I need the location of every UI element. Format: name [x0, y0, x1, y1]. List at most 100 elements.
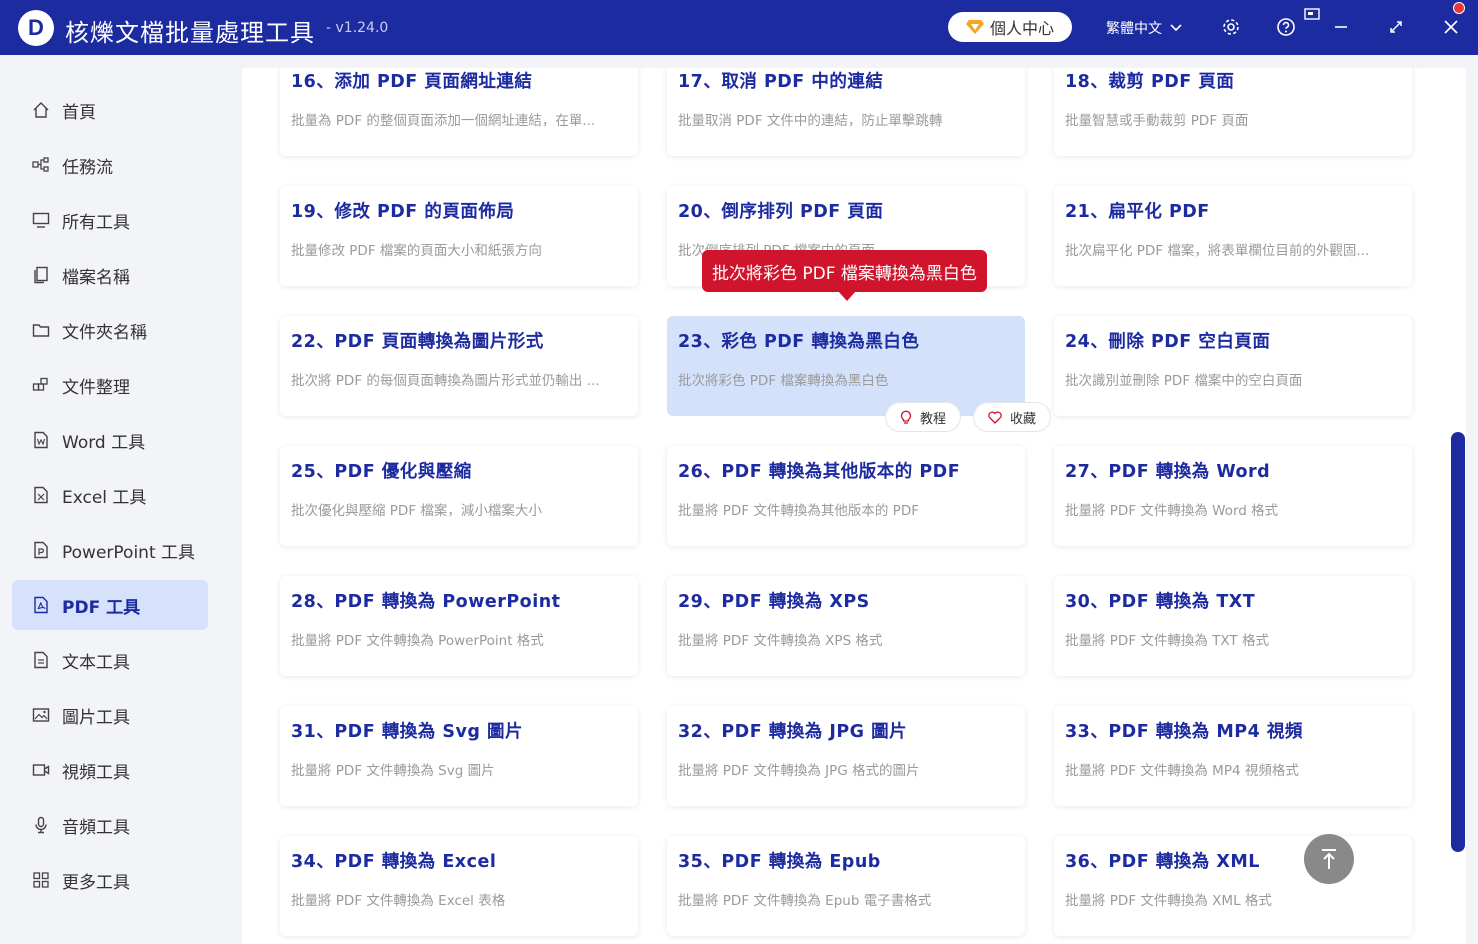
- card-title: 35、PDF 轉換為 Epub: [678, 852, 881, 872]
- title-bar: D 核爍文檔批量處理工具 - v1.24.0 個人中心 繁體中文: [0, 0, 1478, 55]
- close-icon[interactable]: [1438, 14, 1464, 40]
- sidebar-item-powerpoint-tools[interactable]: PowerPoint 工具: [12, 525, 208, 575]
- maximize-icon[interactable]: [1383, 14, 1409, 40]
- notification-dot: [1453, 2, 1465, 14]
- card-title: 31、PDF 轉換為 Svg 圖片: [291, 722, 523, 742]
- card-title: 30、PDF 轉換為 TXT: [1065, 592, 1256, 612]
- tool-card-32[interactable]: 32、PDF 轉換為 JPG 圖片 批量將 PDF 文件轉換為 JPG 格式的圖…: [667, 706, 1025, 806]
- tool-card-25[interactable]: 25、PDF 優化與壓縮 批次優化與壓縮 PDF 檔案，減小檔案大小: [280, 446, 638, 546]
- image-icon: [32, 708, 50, 722]
- card-title: 23、彩色 PDF 轉換為黑白色: [678, 332, 920, 352]
- arrow-up-to-top-icon: [1322, 849, 1336, 869]
- card-desc: 批量將 PDF 文件轉換為 XML 格式: [1065, 893, 1272, 909]
- card-title: 34、PDF 轉換為 Excel: [291, 852, 497, 872]
- lightbulb-icon: [900, 410, 912, 424]
- tool-card-21[interactable]: 21、扁平化 PDF 批次扁平化 PDF 檔案，將表單欄位目前的外觀固...: [1054, 186, 1412, 286]
- sidebar-item-pdf-tools[interactable]: PDF 工具: [12, 580, 208, 630]
- scrollbar-thumb[interactable]: [1451, 432, 1465, 852]
- pdf-file-icon: [34, 596, 48, 614]
- sidebar-item-file-organize[interactable]: 文件整理: [12, 360, 208, 410]
- powerpoint-file-icon: [34, 541, 48, 559]
- tool-card-30[interactable]: 30、PDF 轉換為 TXT 批量將 PDF 文件轉換為 TXT 格式: [1054, 576, 1412, 676]
- tool-card-29[interactable]: 29、PDF 轉換為 XPS 批量將 PDF 文件轉換為 XPS 格式: [667, 576, 1025, 676]
- tools-content-area: 16、添加 PDF 頁面網址連結 批量為 PDF 的整個頁面添加一個網址連結，在…: [242, 68, 1449, 944]
- folder-icon: [32, 324, 50, 337]
- card-desc: 批量將 PDF 文件轉換為 TXT 格式: [1065, 633, 1269, 649]
- card-desc: 批次將 PDF 的每個頁面轉換為圖片形式並仍輸出 ...: [291, 373, 600, 389]
- favorite-button[interactable]: 收藏: [972, 402, 1051, 432]
- tool-card-33[interactable]: 33、PDF 轉換為 MP4 視頻 批量將 PDF 文件轉換為 MP4 視頻格式: [1054, 706, 1412, 806]
- card-title: 28、PDF 轉換為 PowerPoint: [291, 592, 561, 612]
- word-file-icon: [34, 431, 48, 449]
- card-title: 19、修改 PDF 的頁面佈局: [291, 202, 515, 222]
- card-desc: 批量將 PDF 文件轉換為 Svg 圖片: [291, 763, 495, 779]
- card-desc: 批量為 PDF 的整個頁面添加一個網址連結，在單...: [291, 113, 596, 129]
- card-title: 24、刪除 PDF 空白頁面: [1065, 332, 1271, 352]
- language-select[interactable]: 繁體中文: [1106, 18, 1182, 38]
- card-desc: 批量將 PDF 文件轉換為其他版本的 PDF: [678, 503, 919, 519]
- sidebar-item-audio-tools[interactable]: 音頻工具: [12, 800, 208, 850]
- app-title: 核爍文檔批量處理工具: [65, 19, 315, 47]
- card-desc: 批量將 PDF 文件轉換為 Excel 表格: [291, 893, 506, 909]
- minimize-icon[interactable]: [1328, 14, 1354, 40]
- app-version: - v1.24.0: [326, 20, 389, 36]
- card-desc: 批量將 PDF 文件轉換為 JPG 格式的圖片: [678, 763, 920, 779]
- card-title: 18、裁剪 PDF 頁面: [1065, 72, 1235, 92]
- tutorial-button[interactable]: 教程: [884, 402, 961, 432]
- tool-card-36[interactable]: 36、PDF 轉換為 XML 批量將 PDF 文件轉換為 XML 格式: [1054, 836, 1412, 936]
- card-desc: 批量智慧或手動裁剪 PDF 頁面: [1065, 113, 1249, 129]
- tool-card-34[interactable]: 34、PDF 轉換為 Excel 批量將 PDF 文件轉換為 Excel 表格: [280, 836, 638, 936]
- card-title: 32、PDF 轉換為 JPG 圖片: [678, 722, 908, 742]
- sidebar-item-image-tools[interactable]: 圖片工具: [12, 690, 208, 740]
- card-desc: 批量修改 PDF 檔案的頁面大小和紙張方向: [291, 243, 542, 259]
- back-to-top-button[interactable]: [1304, 834, 1354, 884]
- card-title: 25、PDF 優化與壓縮: [291, 462, 472, 482]
- tool-card-31[interactable]: 31、PDF 轉換為 Svg 圖片 批量將 PDF 文件轉換為 Svg 圖片: [280, 706, 638, 806]
- sidebar-item-video-tools[interactable]: 視頻工具: [12, 745, 208, 795]
- monitor-icon: [32, 212, 50, 228]
- tool-card-18[interactable]: 18、裁剪 PDF 頁面 批量智慧或手動裁剪 PDF 頁面: [1054, 68, 1412, 156]
- card-desc: 批次將彩色 PDF 檔案轉換為黑白色: [678, 373, 889, 389]
- sidebar: 首頁 任務流 所有工具 檔案名稱 文件夾名稱 文件整理 Word 工具 Exce…: [0, 55, 242, 944]
- help-icon[interactable]: [1273, 14, 1299, 40]
- card-tooltip: 批次將彩色 PDF 檔案轉換為黑白色: [702, 250, 987, 301]
- tool-card-35[interactable]: 35、PDF 轉換為 Epub 批量將 PDF 文件轉換為 Epub 電子書格式: [667, 836, 1025, 936]
- sidebar-item-workflow[interactable]: 任務流: [12, 140, 208, 190]
- card-desc: 批次優化與壓縮 PDF 檔案，減小檔案大小: [291, 503, 542, 519]
- sidebar-item-more-tools[interactable]: 更多工具: [12, 855, 208, 905]
- sidebar-item-folder-name[interactable]: 文件夾名稱: [12, 305, 208, 355]
- tool-card-16[interactable]: 16、添加 PDF 頁面網址連結 批量為 PDF 的整個頁面添加一個網址連結，在…: [280, 68, 638, 156]
- tool-card-27[interactable]: 27、PDF 轉換為 Word 批量將 PDF 文件轉換為 Word 格式: [1054, 446, 1412, 546]
- chevron-down-icon: [1170, 24, 1182, 32]
- microphone-icon: [35, 816, 47, 834]
- card-actions: 教程 收藏: [884, 402, 1051, 432]
- tool-card-17[interactable]: 17、取消 PDF 中的連結 批量取消 PDF 文件中的連結，防止單擊跳轉: [667, 68, 1025, 156]
- tool-card-26[interactable]: 26、PDF 轉換為其他版本的 PDF 批量將 PDF 文件轉換為其他版本的 P…: [667, 446, 1025, 546]
- sidebar-item-all-tools[interactable]: 所有工具: [12, 195, 208, 245]
- tool-card-24[interactable]: 24、刪除 PDF 空白頁面 批次識別並刪除 PDF 檔案中的空白頁面: [1054, 316, 1412, 416]
- card-title: 22、PDF 頁面轉換為圖片形式: [291, 332, 544, 352]
- video-camera-icon: [32, 764, 50, 776]
- card-title: 27、PDF 轉換為 Word: [1065, 462, 1271, 482]
- tool-card-28[interactable]: 28、PDF 轉換為 PowerPoint 批量將 PDF 文件轉換為 Powe…: [280, 576, 638, 676]
- user-center-button[interactable]: 個人中心: [948, 12, 1072, 42]
- sidebar-item-file-name[interactable]: 檔案名稱: [12, 250, 208, 300]
- tool-card-23[interactable]: 23、彩色 PDF 轉換為黑白色 批次將彩色 PDF 檔案轉換為黑白色 教程 收…: [667, 316, 1051, 432]
- card-desc: 批量將 PDF 文件轉換為 MP4 視頻格式: [1065, 763, 1299, 779]
- card-title: 20、倒序排列 PDF 頁面: [678, 202, 884, 222]
- sidebar-item-excel-tools[interactable]: Excel 工具: [12, 470, 208, 520]
- sidebar-item-text-tools[interactable]: 文本工具: [12, 635, 208, 685]
- sidebar-item-home[interactable]: 首頁: [12, 85, 208, 135]
- card-desc: 批次扁平化 PDF 檔案，將表單欄位目前的外觀固...: [1065, 243, 1370, 259]
- home-icon: [33, 102, 49, 118]
- settings-gear-icon[interactable]: [1218, 14, 1244, 40]
- card-title: 29、PDF 轉換為 XPS: [678, 592, 870, 612]
- card-desc: 批量將 PDF 文件轉換為 Epub 電子書格式: [678, 893, 932, 909]
- pin-window-icon[interactable]: [1300, 4, 1324, 24]
- sidebar-item-word-tools[interactable]: Word 工具: [12, 415, 208, 465]
- organize-icon: [32, 377, 48, 391]
- app-logo: D: [18, 10, 54, 46]
- file-copy-icon: [34, 266, 48, 284]
- tool-card-19[interactable]: 19、修改 PDF 的頁面佈局 批量修改 PDF 檔案的頁面大小和紙張方向: [280, 186, 638, 286]
- tool-card-22[interactable]: 22、PDF 頁面轉換為圖片形式 批次將 PDF 的每個頁面轉換為圖片形式並仍輸…: [280, 316, 638, 416]
